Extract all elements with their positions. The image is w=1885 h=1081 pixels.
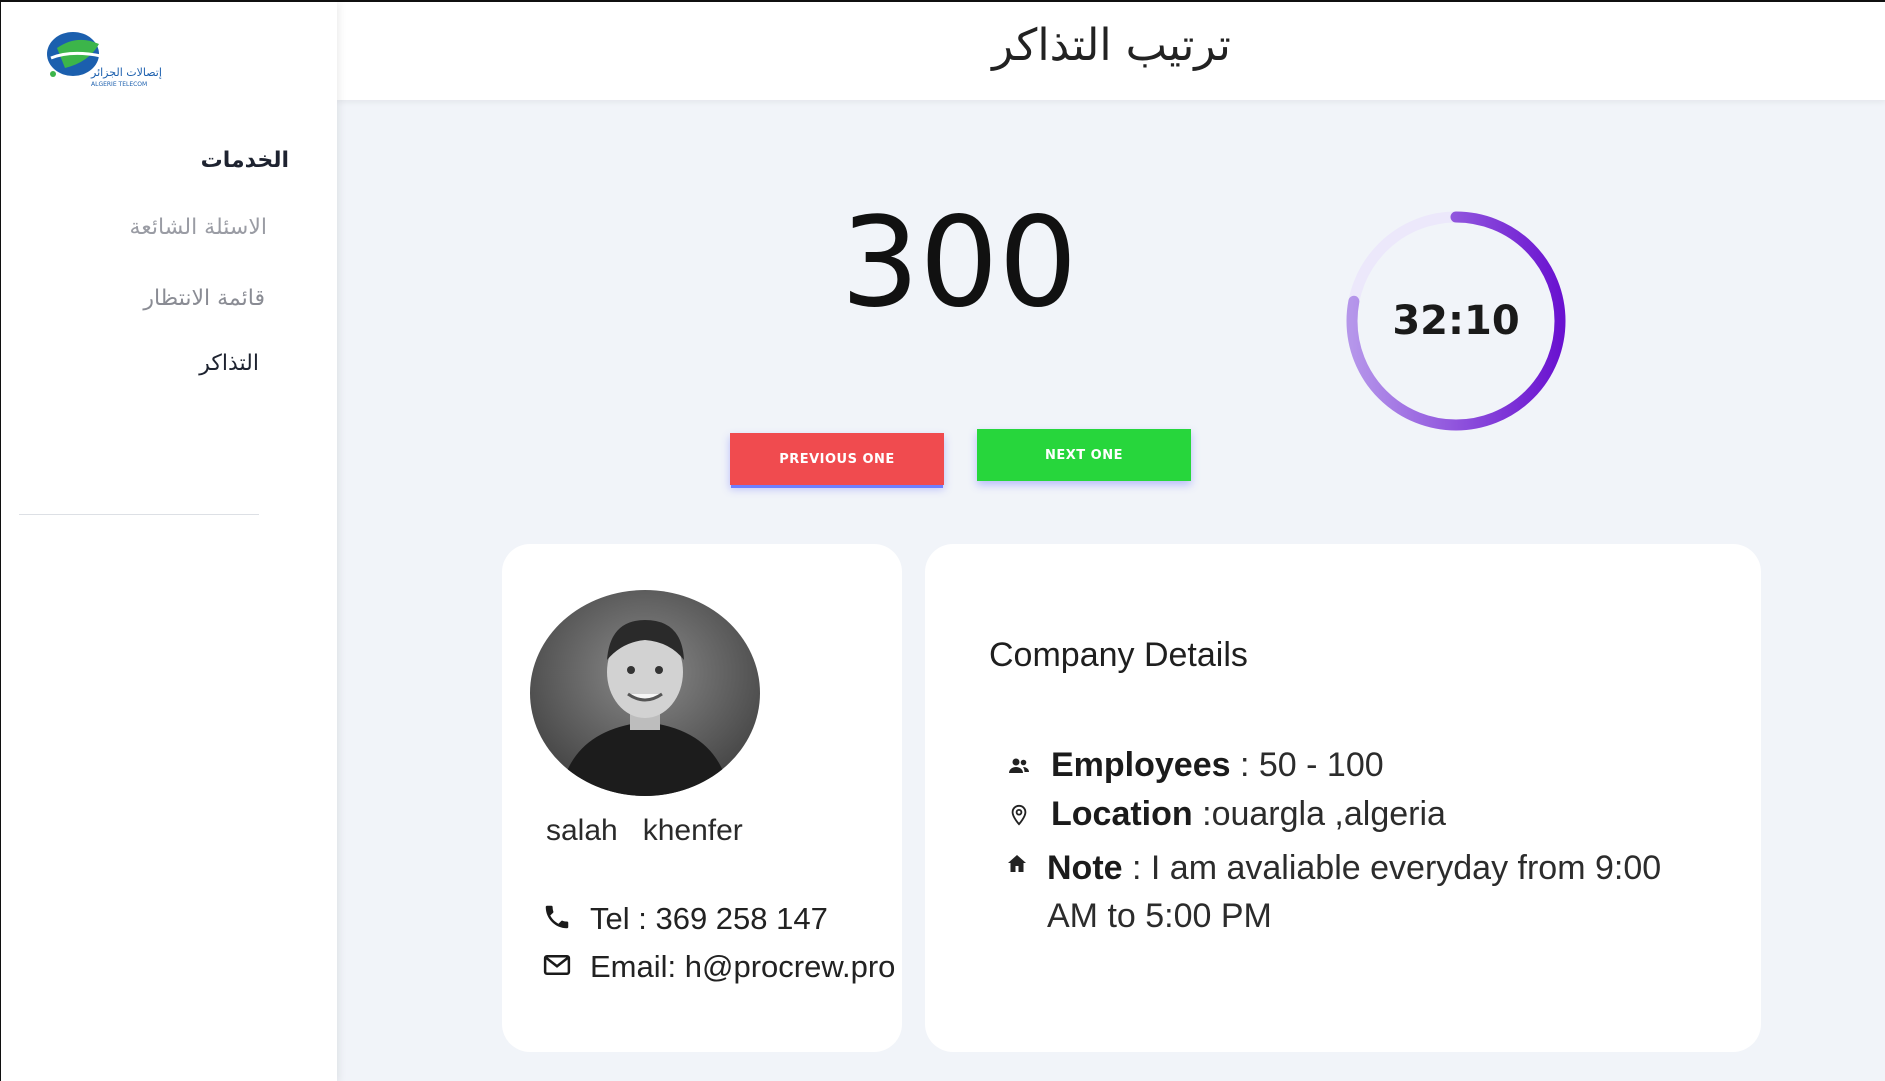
current-ticket-number: 300 — [840, 191, 1078, 335]
person-name: salah khenfer — [546, 814, 743, 848]
timer-value: 32:10 — [1392, 298, 1520, 344]
note-value: : I am avaliable everyday from 9:00 AM t… — [1047, 849, 1662, 935]
location-pin-icon — [1005, 795, 1033, 835]
next-one-button[interactable]: NEXT ONE — [977, 429, 1191, 481]
first-name: salah — [546, 814, 618, 847]
phone-icon — [542, 902, 576, 936]
users-icon — [1005, 746, 1033, 786]
previous-one-button[interactable]: PREVIOUS ONE — [730, 433, 944, 485]
sidebar-divider — [19, 514, 259, 515]
company-details-title: Company Details — [989, 636, 1248, 674]
sidebar-item-faq[interactable]: الاسئلة الشائعة — [130, 215, 267, 240]
employees-row: Employees : 50 - 100 — [1005, 746, 1384, 786]
top-bar: ترتيب التذاكر — [337, 2, 1885, 100]
email-row: Email: h@procrew.pro — [542, 949, 895, 985]
company-details-card: Company Details Employees : 50 - 100 Loc… — [925, 544, 1761, 1052]
sidebar-item-waiting-list[interactable]: قائمة الانتظار — [143, 286, 265, 311]
phone-row: Tel : 369 258 147 — [542, 901, 828, 937]
mail-icon — [542, 950, 576, 984]
note-row: Note : I am avaliable everyday from 9:00… — [1005, 844, 1685, 940]
phone-number: Tel : 369 258 147 — [590, 901, 828, 936]
sidebar: إتصالات الجزائر ALGERIE TELECOM الخدمات … — [1, 2, 337, 1081]
avatar — [530, 590, 760, 796]
svg-text:إتصالات الجزائر: إتصالات الجزائر — [90, 66, 162, 79]
sidebar-item-services[interactable]: الخدمات — [201, 148, 289, 173]
last-name: khenfer — [642, 814, 743, 847]
sidebar-item-tickets[interactable]: التذاكر — [199, 351, 259, 376]
svg-text:ALGERIE TELECOM: ALGERIE TELECOM — [91, 81, 147, 88]
home-icon — [1005, 844, 1029, 884]
email-address[interactable]: Email: h@procrew.pro — [590, 949, 895, 985]
employees-value: : 50 - 100 — [1230, 746, 1384, 784]
profile-card: salah khenfer Tel : 369 258 147 Email: h… — [502, 544, 902, 1052]
location-label: Location — [1051, 795, 1193, 833]
note-label: Note — [1047, 849, 1123, 887]
employees-label: Employees — [1051, 746, 1231, 784]
page-title: ترتيب التذاكر — [992, 20, 1231, 71]
location-row: Location :ouargla ,algeria — [1005, 795, 1446, 835]
location-value: :ouargla ,algeria — [1192, 795, 1446, 833]
algerie-telecom-logo[interactable]: إتصالات الجزائر ALGERIE TELECOM — [43, 28, 183, 92]
countdown-timer: 32:10 — [1344, 209, 1568, 433]
